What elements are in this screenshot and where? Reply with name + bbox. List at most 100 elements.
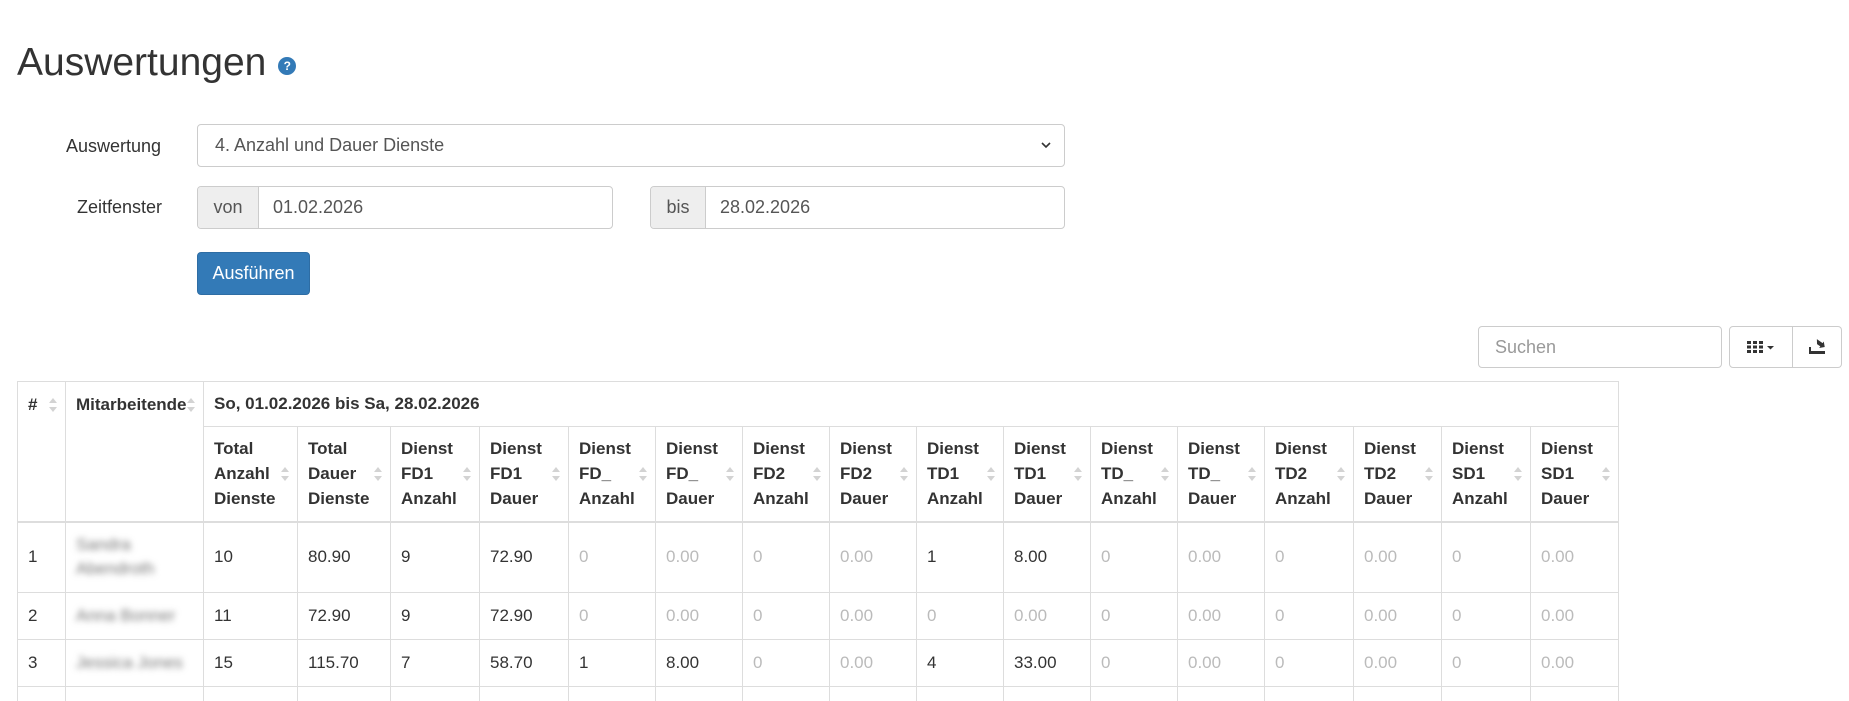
sort-icon[interactable] <box>1073 465 1083 483</box>
columns-button[interactable] <box>1729 326 1793 368</box>
value-cell: 15 <box>204 640 298 687</box>
sort-icon[interactable] <box>725 465 735 483</box>
value-cell: 0.00 <box>1354 593 1442 640</box>
col-header[interactable]: DienstFD2Dauer <box>830 427 917 522</box>
von-date-input[interactable]: 01.02.2026 <box>259 187 612 228</box>
sort-icon[interactable] <box>812 465 822 483</box>
table-row[interactable]: 2Anna Bonner1172.90972.9000.0000.0000.00… <box>18 593 1619 640</box>
col-header[interactable]: DienstTD1Anzahl <box>917 427 1004 522</box>
value-cell <box>1004 687 1091 701</box>
col-header-label-line: Dauer <box>666 489 714 508</box>
employee-name-cell: Anna Bonner <box>66 593 204 640</box>
sort-icon[interactable] <box>638 465 648 483</box>
export-icon <box>1807 338 1827 356</box>
export-button[interactable] <box>1793 326 1842 368</box>
von-input-group: von 01.02.2026 <box>197 186 613 229</box>
col-header-employee[interactable]: Mitarbeitende <box>66 382 204 522</box>
sort-icon[interactable] <box>1513 465 1523 483</box>
col-header[interactable]: DienstSD1Anzahl <box>1442 427 1531 522</box>
sort-icon[interactable] <box>1601 465 1611 483</box>
col-header[interactable]: TotalAnzahlDienste <box>204 427 298 522</box>
col-header-label-line: FD1 <box>490 464 522 483</box>
sort-icon[interactable] <box>899 465 909 483</box>
value-cell: 0 <box>1442 593 1531 640</box>
run-button[interactable]: Ausführen <box>197 252 310 295</box>
col-header-label-line: Dauer <box>1014 489 1062 508</box>
value-cell: 10 <box>204 522 298 593</box>
value-cell: 1 <box>917 522 1004 593</box>
value-cell: 0.00 <box>1004 593 1091 640</box>
von-addon: von <box>198 187 259 228</box>
value-cell: 0.00 <box>830 640 917 687</box>
sort-icon[interactable] <box>1336 465 1346 483</box>
value-cell: 0.00 <box>1531 522 1619 593</box>
sort-icon[interactable] <box>1247 465 1257 483</box>
value-cell: 0.00 <box>1178 593 1265 640</box>
value-cell: 9 <box>391 593 480 640</box>
col-header[interactable]: DienstTD2Dauer <box>1354 427 1442 522</box>
help-icon[interactable]: ? <box>278 57 296 75</box>
col-header[interactable]: TotalDauerDienste <box>298 427 391 522</box>
table-row[interactable] <box>18 687 1619 701</box>
sort-icon[interactable] <box>280 465 290 483</box>
title-row: Auswertungen ? <box>17 42 296 85</box>
col-header-label-line: TD2 <box>1275 464 1307 483</box>
employee-name-cell <box>66 687 204 701</box>
bis-date-input[interactable]: 28.02.2026 <box>706 187 1064 228</box>
col-header-label-line: Dauer <box>1364 489 1412 508</box>
col-header[interactable]: DienstTD_Anzahl <box>1091 427 1178 522</box>
sort-icon[interactable] <box>186 396 196 414</box>
col-header-label-line: Dienst <box>1101 439 1153 458</box>
col-header-label-line: Dauer <box>308 464 356 483</box>
auswertung-select[interactable]: 4. Anzahl und Dauer Dienste <box>197 124 1065 167</box>
col-header-label-line: Total <box>214 439 253 458</box>
col-header[interactable]: DienstTD2Anzahl <box>1265 427 1354 522</box>
col-header-label-line: TD1 <box>1014 464 1046 483</box>
value-cell: 0 <box>1265 593 1354 640</box>
value-cell: 0.00 <box>656 593 743 640</box>
sort-icon[interactable] <box>462 465 472 483</box>
col-header[interactable]: DienstSD1Dauer <box>1531 427 1619 522</box>
col-header-label-line: Dienst <box>927 439 979 458</box>
col-header-label-line: Dauer <box>840 489 888 508</box>
value-cell: 8.00 <box>656 640 743 687</box>
value-cell: 0.00 <box>1354 640 1442 687</box>
sort-icon[interactable] <box>551 465 561 483</box>
employee-name: Jessica Jones <box>76 651 193 675</box>
col-header[interactable]: DienstTD_Dauer <box>1178 427 1265 522</box>
sort-icon[interactable] <box>48 396 58 414</box>
sort-icon[interactable] <box>986 465 996 483</box>
value-cell: 0 <box>1091 640 1178 687</box>
col-header[interactable]: DienstFD1Dauer <box>480 427 569 522</box>
sort-icon[interactable] <box>1160 465 1170 483</box>
col-header-label-line: Dauer <box>490 489 538 508</box>
col-header[interactable]: DienstTD1Dauer <box>1004 427 1091 522</box>
table-row[interactable]: 3Jessica Jones15115.70758.7018.0000.0043… <box>18 640 1619 687</box>
bis-input-group: bis 28.02.2026 <box>650 186 1065 229</box>
table-row[interactable]: 1Sandra Abendroth1080.90972.9000.0000.00… <box>18 522 1619 593</box>
col-header-label-line: Anzahl <box>401 489 457 508</box>
col-header-label-line: Dienst <box>1275 439 1327 458</box>
report-table: #MitarbeitendeSo, 01.02.2026 bis Sa, 28.… <box>17 381 1619 701</box>
value-cell: 0 <box>743 522 830 593</box>
value-cell: 0 <box>1091 593 1178 640</box>
value-cell: 0 <box>743 593 830 640</box>
col-header[interactable]: DienstFD2Anzahl <box>743 427 830 522</box>
value-cell: 11 <box>204 593 298 640</box>
col-header[interactable]: DienstFD1Anzahl <box>391 427 480 522</box>
col-header[interactable]: DienstFD_Anzahl <box>569 427 656 522</box>
sort-icon[interactable] <box>373 465 383 483</box>
value-cell: 4 <box>917 640 1004 687</box>
sort-icon[interactable] <box>1424 465 1434 483</box>
page: Auswertungen ? Auswertung 4. Anzahl und … <box>0 0 1849 700</box>
col-header-index[interactable]: # <box>18 382 66 522</box>
col-header-label-line: Dauer <box>1541 489 1589 508</box>
col-header-label-line: TD_ <box>1188 464 1220 483</box>
value-cell: 8.00 <box>1004 522 1091 593</box>
auswertung-select-value: 4. Anzahl und Dauer Dienste <box>215 135 444 156</box>
search-input[interactable]: Suchen <box>1478 326 1722 368</box>
value-cell <box>1531 687 1619 701</box>
row-index: 2 <box>18 593 66 640</box>
report-table-wrapper: #MitarbeitendeSo, 01.02.2026 bis Sa, 28.… <box>17 381 1849 701</box>
col-header[interactable]: DienstFD_Dauer <box>656 427 743 522</box>
